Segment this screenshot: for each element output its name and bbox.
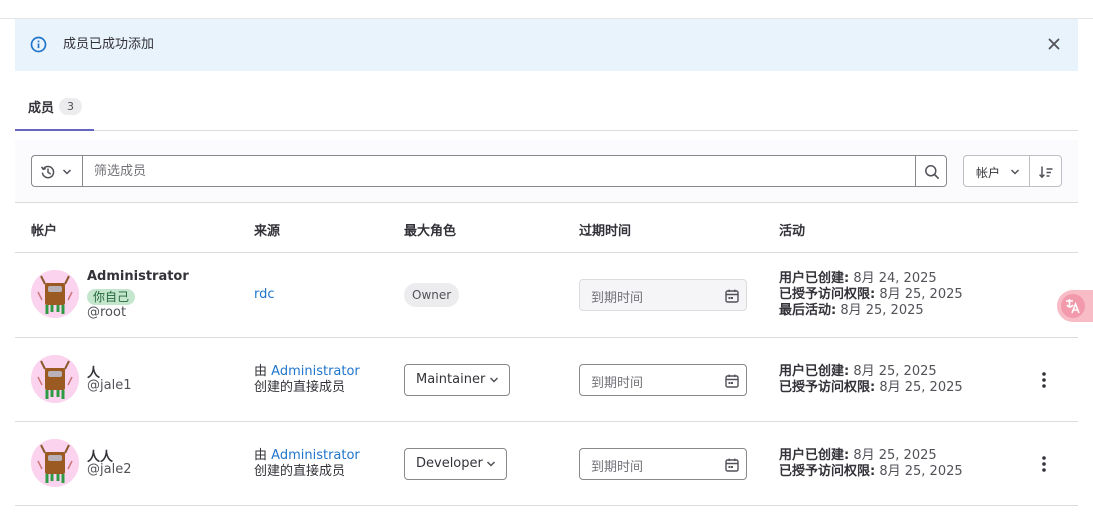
tab-members[interactable]: 成员 3 [15,82,94,131]
filter-bar: 帐户 [15,140,1078,203]
source-suffix: 创建的直接成员 [254,464,346,479]
column-header-account[interactable]: 帐户 [31,220,57,239]
activity-label: 用户已创建: [779,271,850,286]
top-breadcrumb-bar [0,0,1093,19]
success-alert: 成员已成功添加 [15,19,1078,71]
member-username: @root [87,305,127,320]
source-link[interactable]: Administrator [271,364,360,379]
member-username: @jale2 [87,462,132,477]
activity-value: 8月 25, 2025 [853,448,937,463]
avatar[interactable] [31,270,79,318]
source-suffix: 创建的直接成员 [254,380,346,395]
avatar-image [31,355,79,403]
activity-label: 用户已创建: [779,364,850,379]
more-actions-icon[interactable] [1036,454,1052,474]
source-info: 由 Administrator 创建的直接成员 [254,448,360,480]
activity-label: 最后活动: [779,303,837,318]
activity-info: 用户已创建: 8月 25, 2025 已授予访问权限: 8月 25, 2025 [779,448,963,480]
tab-bar: 成员 3 [15,82,1078,131]
column-header-expiration: 过期时间 [579,224,632,239]
chevron-down-icon [486,461,496,467]
sort-field-label: 帐户 [976,166,1001,180]
activity-value: 8月 25, 2025 [853,364,937,379]
tab-members-label: 成员 [28,101,55,116]
history-icon [40,165,55,179]
activity-label: 已授予访问权限: [779,287,876,302]
date-placeholder: 到期时间 [591,376,644,391]
source-prefix: 由 [254,448,268,463]
chevron-down-icon [489,377,499,383]
member-username: @jale1 [87,378,132,393]
avatar[interactable] [31,439,79,487]
date-placeholder: 到期时间 [591,291,644,306]
activity-value: 8月 24, 2025 [853,271,937,286]
expiration-date-input[interactable]: 到期时间 [579,448,747,480]
alert-message: 成员已成功添加 [63,37,155,52]
activity-label: 已授予访问权限: [779,464,876,479]
column-header-max-role: 最大角色 [404,224,457,239]
role-badge: Owner [404,283,460,307]
role-dropdown-label: Developer [416,456,483,471]
tab-members-count: 3 [59,98,82,115]
member-name[interactable]: Administrator [87,269,189,284]
source-prefix: 由 [254,364,268,379]
search-history-button[interactable] [31,155,83,187]
activity-value: 8月 25, 2025 [879,464,963,479]
translate-icon[interactable] [1057,290,1093,322]
search-button[interactable] [915,155,947,187]
search-input[interactable] [82,155,916,187]
close-icon[interactable] [1045,35,1063,53]
sort-field-dropdown[interactable]: 帐户 [963,155,1030,187]
activity-label: 已授予访问权限: [779,380,876,395]
divider [15,252,1078,253]
avatar-image [31,439,79,487]
sort-lowest-icon [1039,166,1053,179]
source-link[interactable]: rdc [254,287,275,302]
chevron-down-icon [62,169,72,175]
activity-label: 用户已创建: [779,448,850,463]
source-info: 由 Administrator 创建的直接成员 [254,364,360,396]
calendar-icon [725,289,739,303]
info-icon [30,36,47,53]
expiration-date-input[interactable]: 到期时间 [579,364,747,396]
date-placeholder: 到期时间 [591,460,644,475]
you-badge: 你自己 [87,289,136,305]
activity-info: 用户已创建: 8月 25, 2025 已授予访问权限: 8月 25, 2025 [779,364,963,396]
divider [15,505,1078,506]
role-dropdown[interactable]: Developer [404,448,507,480]
activity-value: 8月 25, 2025 [879,287,963,302]
column-header-activity: 活动 [779,224,806,239]
more-actions-icon[interactable] [1036,370,1052,390]
calendar-icon [725,374,739,388]
expiration-date-input: 到期时间 [579,279,747,311]
chevron-down-icon [1010,169,1020,175]
role-dropdown[interactable]: Maintainer [404,364,510,396]
role-dropdown-label: Maintainer [416,372,486,387]
sort-direction-button[interactable] [1029,155,1062,187]
avatar[interactable] [31,355,79,403]
activity-info: 用户已创建: 8月 24, 2025 已授予访问权限: 8月 25, 2025 … [779,271,963,319]
source-link[interactable]: Administrator [271,448,360,463]
column-header-source: 来源 [254,224,281,239]
activity-value: 8月 25, 2025 [840,303,924,318]
divider [15,337,1078,338]
search-icon [925,165,939,179]
activity-value: 8月 25, 2025 [879,380,963,395]
divider [15,421,1078,422]
avatar-image [31,270,79,318]
calendar-icon [725,458,739,472]
